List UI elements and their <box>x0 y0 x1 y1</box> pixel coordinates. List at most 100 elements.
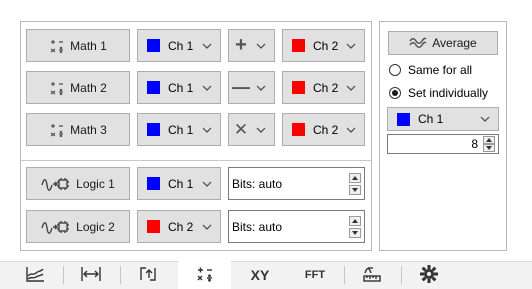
tab-cursors[interactable] <box>66 261 116 289</box>
spin-arrows <box>348 168 362 199</box>
tab-spectrum[interactable] <box>10 261 60 289</box>
chevron-down-icon <box>199 224 215 230</box>
spin-up-arrow[interactable] <box>349 215 361 226</box>
math-3-source-b-value: Ch 2 <box>313 122 339 137</box>
chevron-down-icon <box>253 85 269 91</box>
logic-analyzer-icon <box>41 176 71 192</box>
tab-trigger[interactable] <box>123 261 173 289</box>
math-icon <box>49 123 65 137</box>
logic-2-label: Logic 2 <box>76 219 115 234</box>
tab-fft-label: FFT <box>304 269 326 281</box>
math-icon <box>49 39 65 53</box>
channel-color-swatch <box>147 81 160 94</box>
math-3-label: Math 3 <box>70 122 107 137</box>
average-channel-select[interactable]: Ch 1 <box>387 107 499 131</box>
channel-color-swatch <box>147 123 160 136</box>
spin-up-arrow[interactable] <box>349 172 361 183</box>
chevron-down-icon <box>199 181 215 187</box>
chevron-down-icon <box>253 43 269 49</box>
tab-xy-label: XY <box>250 267 270 283</box>
radio-circle-selected <box>389 87 401 99</box>
math-3-source-a-select[interactable]: Ch 1 <box>137 113 221 146</box>
math-3-source-a-value: Ch 1 <box>168 122 194 137</box>
spin-down-arrow[interactable] <box>483 144 495 152</box>
logic-1-bits-value: Bits: auto <box>232 176 283 191</box>
math-1-label: Math 1 <box>70 38 107 53</box>
horizontal-cursors-icon <box>80 266 102 285</box>
channel-color-swatch <box>292 81 305 94</box>
math-2-source-b-select[interactable]: Ch 2 <box>282 71 365 104</box>
chevron-down-icon <box>343 43 359 49</box>
chevron-down-icon <box>199 85 215 91</box>
channel-color-swatch <box>292 123 305 136</box>
tab-settings[interactable] <box>404 261 454 289</box>
logic-1-button[interactable]: Logic 1 <box>26 167 130 200</box>
set-individually-radio[interactable]: Set individually <box>389 86 488 100</box>
chevron-down-icon <box>199 43 215 49</box>
logic-2-bits-value: Bits: auto <box>232 219 283 234</box>
tab-fft[interactable]: FFT <box>290 261 340 289</box>
math-3-button[interactable]: Math 3 <box>26 113 130 146</box>
spin-down-arrow[interactable] <box>349 184 361 195</box>
math-3-operator-select[interactable]: ✕ <box>228 113 275 146</box>
plus-operator: + <box>235 34 247 56</box>
logic-2-channel-value: Ch 2 <box>168 219 194 234</box>
spin-arrows <box>348 211 362 242</box>
math-2-button[interactable]: Math 2 <box>26 71 130 104</box>
channel-color-swatch <box>397 112 410 126</box>
channel-color-swatch <box>147 39 160 52</box>
tab-xy[interactable]: XY <box>235 261 285 289</box>
logic-analyzer-icon <box>41 219 71 235</box>
logic-2-channel-select[interactable]: Ch 2 <box>137 210 221 243</box>
average-button[interactable]: Average <box>388 31 498 55</box>
set-individually-label: Set individually <box>408 86 489 100</box>
tab-separator <box>120 266 121 284</box>
measure-icon <box>362 265 382 286</box>
tab-measure[interactable] <box>347 261 397 289</box>
tab-separator <box>63 266 64 284</box>
math-2-source-b-value: Ch 2 <box>313 80 339 95</box>
logic-2-bits-spinbox[interactable]: Bits: auto <box>228 210 365 243</box>
tab-math[interactable] <box>178 261 231 289</box>
math-2-source-a-value: Ch 1 <box>168 80 194 95</box>
logic-1-channel-value: Ch 1 <box>168 176 194 191</box>
math-2-label: Math 2 <box>70 80 107 95</box>
average-label: Average <box>432 36 477 50</box>
gear-icon <box>419 264 439 287</box>
chevron-down-icon <box>343 85 359 91</box>
chevron-down-icon <box>253 127 269 133</box>
chevron-down-icon <box>199 127 215 133</box>
math-1-source-b-select[interactable]: Ch 2 <box>282 29 365 62</box>
channel-color-swatch <box>292 39 305 52</box>
same-for-all-label: Same for all <box>408 63 473 77</box>
trigger-icon <box>138 266 158 285</box>
average-wave-icon <box>409 37 427 49</box>
channel-color-swatch <box>147 177 160 190</box>
logic-2-button[interactable]: Logic 2 <box>26 210 130 243</box>
channel-color-swatch <box>147 220 160 233</box>
math-1-button[interactable]: Math 1 <box>26 29 130 62</box>
math-1-operator-select[interactable]: + <box>228 29 275 62</box>
minus-operator: — <box>232 77 250 97</box>
same-for-all-radio[interactable]: Same for all <box>389 63 472 77</box>
multiply-operator: ✕ <box>233 119 249 139</box>
average-count-spinbox[interactable]: 8 <box>387 134 499 154</box>
math-1-source-a-select[interactable]: Ch 1 <box>137 29 221 62</box>
spectrum-icon <box>25 266 45 285</box>
math-2-operator-select[interactable]: — <box>228 71 275 104</box>
logic-1-channel-select[interactable]: Ch 1 <box>137 167 221 200</box>
logic-1-label: Logic 1 <box>76 176 115 191</box>
average-channel-value: Ch 1 <box>418 112 444 126</box>
math-3-source-b-select[interactable]: Ch 2 <box>282 113 365 146</box>
math-2-source-a-select[interactable]: Ch 1 <box>137 71 221 104</box>
logic-1-bits-spinbox[interactable]: Bits: auto <box>228 167 365 200</box>
math-icon <box>195 266 215 285</box>
math-icon <box>49 81 65 95</box>
radio-circle <box>389 64 401 76</box>
spin-down-arrow[interactable] <box>349 227 361 238</box>
spin-up-arrow[interactable] <box>483 136 495 144</box>
tab-separator <box>401 266 402 284</box>
math-1-source-b-value: Ch 2 <box>313 38 339 53</box>
panel-divider <box>20 160 372 161</box>
chevron-down-icon <box>477 116 493 122</box>
